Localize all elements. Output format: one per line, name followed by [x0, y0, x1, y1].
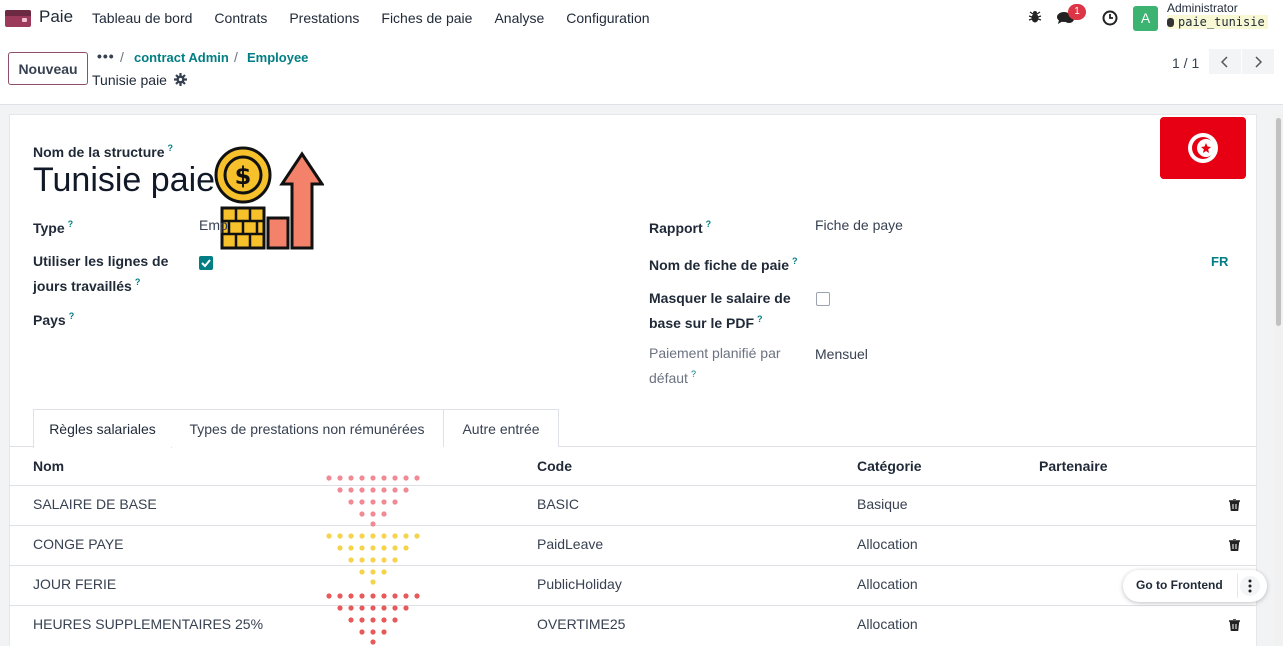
tunisia-flag-image[interactable] — [1160, 117, 1246, 179]
tab-unpaid-work-types[interactable]: Types de prestations non rémunérées — [171, 409, 444, 447]
main-menu: Tableau de bord Contrats Prestations Fic… — [92, 10, 672, 26]
breadcrumb-contract[interactable]: contract Admin — [134, 50, 229, 65]
breadcrumb-more[interactable]: ••• — [97, 48, 115, 64]
payroll-illustration: $ — [214, 146, 324, 250]
breadcrumb-employee[interactable]: Employee — [247, 50, 308, 65]
menu-contrats[interactable]: Contrats — [214, 10, 267, 26]
row-category: Basique — [857, 496, 908, 512]
clock-icon[interactable] — [1102, 10, 1118, 26]
check-icon — [201, 259, 211, 268]
menu-prestations[interactable]: Prestations — [289, 10, 359, 26]
chevron-right-icon — [1255, 55, 1262, 68]
pager-next-button[interactable] — [1242, 49, 1274, 74]
menu-configuration[interactable]: Configuration — [566, 10, 649, 26]
hide-salary-checkbox[interactable] — [816, 292, 830, 306]
row-category: Allocation — [857, 616, 918, 632]
row-name: SALAIRE DE BASE — [33, 496, 157, 512]
type-label: Type? — [33, 219, 74, 236]
new-button[interactable]: Nouveau — [8, 52, 88, 85]
help-tooltip[interactable]: ? — [69, 311, 75, 321]
breadcrumb-separator: / — [120, 49, 124, 65]
trash-icon[interactable] — [1229, 539, 1240, 551]
payroll-app-icon[interactable] — [5, 10, 31, 27]
column-header-category[interactable]: Catégorie — [857, 458, 922, 474]
help-tooltip[interactable]: ? — [167, 143, 173, 153]
svg-text:$: $ — [235, 162, 252, 190]
column-header-partner[interactable]: Partenaire — [1039, 458, 1107, 474]
database-label: paie_tunisie — [1178, 15, 1265, 29]
pager-previous-button[interactable] — [1209, 49, 1241, 74]
go-to-frontend-button[interactable]: Go to Frontend — [1136, 578, 1223, 592]
row-code: BASIC — [537, 496, 580, 512]
worked-days-checkbox[interactable] — [199, 256, 213, 270]
country-label: Pays? — [33, 311, 75, 328]
app-name[interactable]: Paie — [39, 7, 73, 27]
menu-tableau-de-bord[interactable]: Tableau de bord — [92, 10, 192, 26]
tab-other-input[interactable]: Autre entrée — [443, 409, 559, 447]
structure-name-label: Nom de la structure? — [33, 143, 173, 160]
breadcrumb-current: Tunisie paie — [92, 72, 167, 88]
row-category: Allocation — [857, 576, 918, 592]
help-tooltip[interactable]: ? — [691, 369, 696, 379]
gear-icon[interactable] — [174, 73, 187, 86]
help-tooltip[interactable]: ? — [68, 219, 74, 229]
decorative-dots-yellow — [326, 533, 420, 585]
scrollbar-thumb[interactable] — [1276, 118, 1281, 326]
help-tooltip[interactable]: ? — [706, 219, 712, 229]
row-name: CONGE PAYE — [33, 536, 124, 552]
top-navbar: Paie Tableau de bord Contrats Prestation… — [0, 0, 1283, 36]
breadcrumb-separator: / — [234, 49, 238, 65]
bug-icon[interactable] — [1028, 10, 1042, 24]
avatar[interactable]: A — [1133, 6, 1158, 31]
schedule-field[interactable]: Mensuel — [815, 346, 868, 362]
chevron-left-icon — [1221, 55, 1228, 68]
decorative-dots-pink — [326, 475, 420, 527]
schedule-label: Paiement planifié par défaut? — [649, 345, 781, 386]
pager-value[interactable]: 1 / 1 — [1172, 55, 1199, 71]
hide-salary-label: Masquer le salaire de base sur le PDF? — [649, 290, 791, 331]
help-tooltip[interactable]: ? — [792, 256, 798, 266]
column-header-code[interactable]: Code — [537, 458, 572, 474]
report-label: Rapport? — [649, 219, 712, 236]
user-name[interactable]: Administrator — [1167, 1, 1238, 15]
report-field[interactable]: Fiche de paye — [815, 217, 903, 233]
help-tooltip[interactable]: ? — [135, 277, 141, 287]
control-panel: Nouveau ••• / contract Admin / Employee … — [0, 36, 1283, 105]
header-divider — [9, 485, 1257, 486]
row-category: Allocation — [857, 536, 918, 552]
kebab-icon[interactable] — [1240, 576, 1260, 596]
row-code: OVERTIME25 — [537, 616, 626, 632]
row-name: JOUR FERIE — [33, 576, 117, 592]
row-name: HEURES SUPPLEMENTAIRES 25% — [33, 616, 264, 632]
trash-icon[interactable] — [1229, 499, 1240, 511]
row-divider — [9, 605, 1257, 606]
menu-analyse[interactable]: Analyse — [494, 10, 544, 26]
database-icon — [1167, 18, 1174, 27]
type-field[interactable]: Emp — [199, 217, 228, 233]
structure-name-field[interactable]: Tunisie paie — [33, 161, 215, 200]
row-code: PublicHoliday — [537, 576, 622, 592]
tab-salary-rules[interactable]: Règles salariales — [33, 409, 172, 448]
menu-fiches-de-paie[interactable]: Fiches de paie — [381, 10, 472, 26]
divider — [1237, 574, 1238, 598]
worked-days-label: Utiliser les lignes de jours travaillés? — [33, 253, 169, 294]
language-button[interactable]: FR — [1211, 254, 1228, 269]
column-header-name[interactable]: Nom — [33, 458, 64, 474]
trash-icon[interactable] — [1229, 619, 1240, 631]
decorative-dots-red — [326, 593, 420, 645]
row-code: PaidLeave — [537, 536, 604, 552]
notification-badge: 1 — [1068, 4, 1086, 20]
help-tooltip[interactable]: ? — [757, 314, 763, 324]
row-divider — [9, 565, 1257, 566]
database-name: paie_tunisie — [1167, 15, 1268, 29]
payslip-name-label: Nom de fiche de paie? — [649, 256, 798, 273]
row-divider — [9, 525, 1257, 526]
